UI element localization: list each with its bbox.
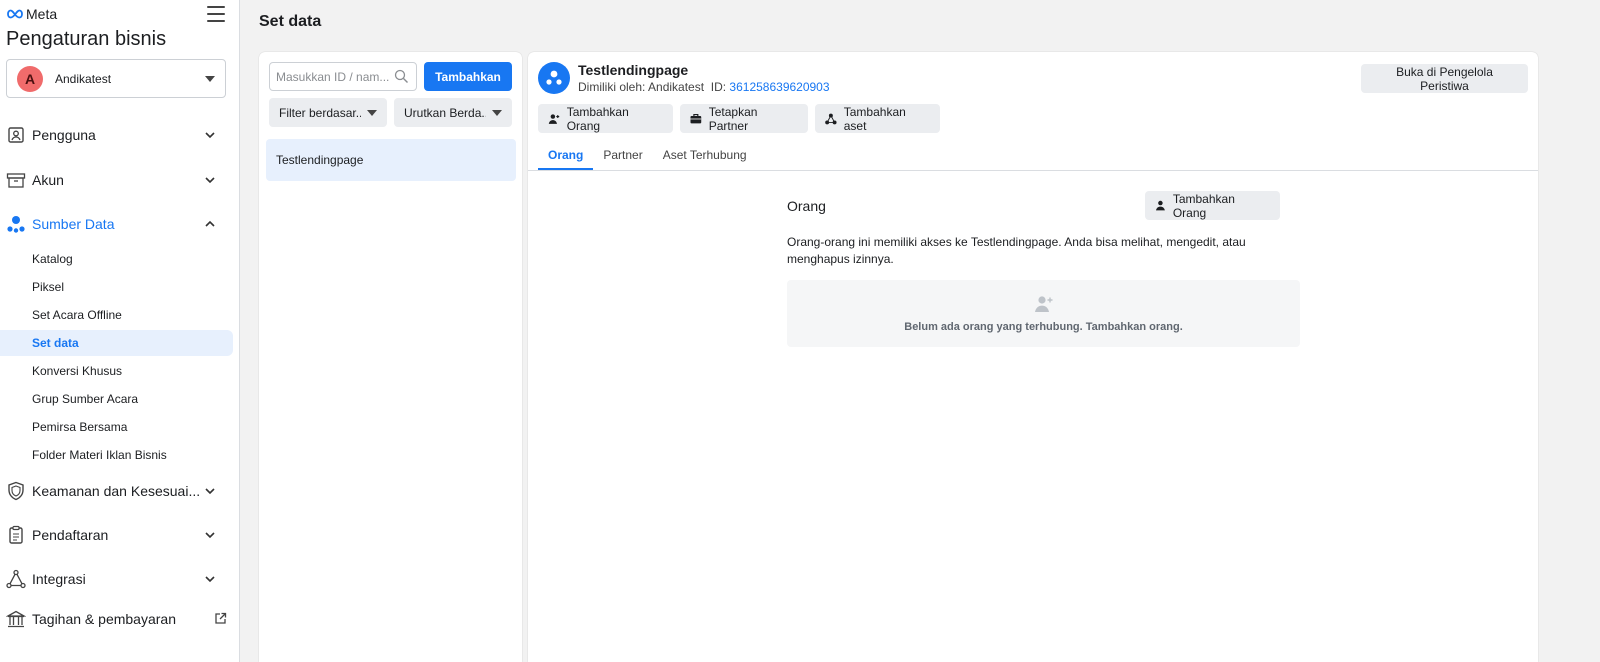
page-title: Set data	[259, 13, 322, 30]
dataset-id-label: ID:	[710, 80, 727, 94]
person-icon	[1155, 200, 1165, 211]
chevron-down-icon	[205, 532, 215, 539]
search-input[interactable]	[276, 69, 394, 84]
search-icon	[394, 69, 408, 83]
sidebar-item-akun[interactable]: Akun	[0, 164, 239, 196]
dataset-icon	[538, 62, 570, 94]
add-dataset-button[interactable]: Tambahkan	[424, 62, 512, 91]
avatar: A	[17, 65, 43, 92]
tab-aset-terhubung[interactable]: Aset Terhubung	[653, 142, 757, 171]
chevron-down-icon	[205, 488, 215, 495]
dataset-name: Testlendingpage	[578, 62, 689, 78]
sidebar-subitem-folder-materi-iklan[interactable]: Folder Materi Iklan Bisnis	[0, 442, 233, 468]
sidebar-item-sumber-data[interactable]: Sumber Data	[0, 208, 239, 240]
tab-divider	[528, 170, 1538, 171]
add-person-icon	[1034, 295, 1052, 312]
add-people-section-button[interactable]: Tambahkan Orang	[1145, 191, 1280, 220]
sidebar-subitem-piksel[interactable]: Piksel	[0, 274, 233, 300]
sort-dropdown[interactable]: Urutkan Berda...	[394, 98, 512, 127]
add-people-button[interactable]: Tambahkan Orang	[538, 104, 673, 133]
sidebar: Meta Pengaturan bisnis A Andikatest Peng…	[0, 0, 240, 662]
meta-logo[interactable]: Meta	[6, 6, 57, 22]
caret-down-icon	[367, 109, 377, 116]
open-events-manager-button[interactable]: Buka di Pengelola Peristiwa	[1361, 64, 1528, 93]
chevron-down-icon	[205, 177, 215, 184]
add-people-label: Tambahkan Orang	[566, 104, 629, 133]
chevron-down-icon	[205, 132, 215, 139]
add-person-icon	[548, 113, 560, 124]
archive-box-icon	[6, 170, 26, 190]
meta-logo-text: Meta	[26, 6, 58, 22]
meta-infinity-icon	[7, 9, 23, 19]
list-item[interactable]: Testlendingpage	[266, 139, 516, 181]
dataset-detail-panel: Testlendingpage Dimiliki oleh: Andikates…	[528, 52, 1538, 662]
business-settings-title: Pengaturan bisnis	[6, 28, 167, 50]
add-asset-button[interactable]: Tambahkan aset	[815, 104, 940, 133]
assign-partner-label: Tetapkan Partner	[708, 104, 758, 133]
sidebar-item-tagihan[interactable]: Tagihan & pembayaran	[0, 603, 239, 635]
filter-dropdown-label: Filter berdasar...	[279, 105, 361, 120]
sidebar-item-pengguna[interactable]: Pengguna	[0, 119, 239, 151]
empty-state-text: Belum ada orang yang terhubung. Tambahka…	[904, 320, 1183, 333]
sidebar-item-integrasi[interactable]: Integrasi	[0, 563, 239, 595]
chevron-up-icon	[205, 220, 215, 227]
sidebar-subitem-konversi-khusus[interactable]: Konversi Khusus	[0, 358, 233, 384]
caret-down-icon	[205, 75, 215, 82]
dataset-id[interactable]: 361258639620903	[729, 80, 829, 94]
detail-tabs: Orang Partner Aset Terhubung	[538, 142, 757, 171]
assign-partner-button[interactable]: Tetapkan Partner	[680, 104, 808, 133]
sidebar-subitem-pemirsa-bersama[interactable]: Pemirsa Bersama	[0, 414, 233, 440]
asset-nodes-icon	[825, 113, 837, 124]
caret-down-icon	[492, 109, 502, 116]
chevron-down-icon	[205, 576, 215, 583]
account-selector[interactable]: A Andikatest	[6, 59, 226, 98]
empty-state: Belum ada orang yang terhubung. Tambahka…	[787, 280, 1300, 347]
data-sources-icon	[6, 214, 26, 234]
tab-partner[interactable]: Partner	[593, 142, 652, 171]
external-link-icon	[215, 612, 227, 624]
sidebar-item-keamanan[interactable]: Keamanan dan Kesesuai...	[0, 475, 239, 507]
bank-icon	[6, 609, 26, 629]
briefcase-icon	[690, 114, 702, 124]
sidebar-subitem-grup-sumber-acara[interactable]: Grup Sumber Acara	[0, 386, 233, 412]
sidebar-item-pendaftaran[interactable]: Pendaftaran	[0, 519, 239, 551]
integration-icon	[6, 569, 26, 589]
add-people-section-label: Tambahkan Orang	[1172, 191, 1235, 220]
sidebar-item-label: Tagihan & pembayaran	[32, 611, 176, 627]
sort-dropdown-label: Urutkan Berda...	[404, 105, 486, 120]
filter-dropdown[interactable]: Filter berdasar...	[269, 98, 387, 127]
clipboard-icon	[6, 525, 26, 545]
people-section-title: Orang	[787, 198, 826, 214]
user-badge-icon	[6, 125, 26, 145]
account-name: Andikatest	[55, 71, 112, 86]
dataset-list-panel: Tambahkan Filter berdasar... Urutkan Ber…	[259, 52, 522, 662]
shield-icon	[6, 481, 26, 501]
tab-orang[interactable]: Orang	[538, 142, 594, 171]
add-asset-label: Tambahkan aset	[843, 104, 906, 133]
menu-icon[interactable]	[207, 6, 225, 22]
dataset-owner-line: Dimiliki oleh: Andikatest ID: 3612586396…	[578, 80, 830, 94]
search-field[interactable]	[269, 62, 417, 91]
sidebar-subitem-katalog[interactable]: Katalog	[0, 246, 233, 272]
sidebar-subitem-set-acara-offline[interactable]: Set Acara Offline	[0, 302, 233, 328]
sidebar-subitem-set-data[interactable]: Set data	[0, 330, 233, 356]
people-section-description: Orang-orang ini memiliki akses ke Testle…	[787, 235, 1246, 266]
dataset-owner: Dimiliki oleh: Andikatest	[578, 80, 705, 94]
